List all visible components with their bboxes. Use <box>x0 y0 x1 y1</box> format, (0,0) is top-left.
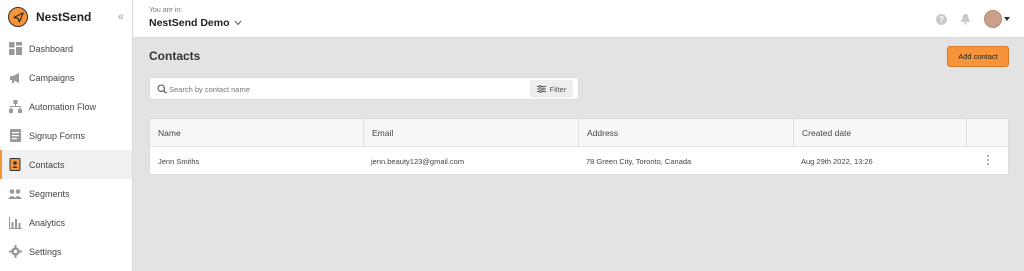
cell-created-date: Aug 29th 2022, 13:26 <box>801 156 873 166</box>
sidebar-item-label: Settings <box>29 246 62 257</box>
sidebar-item-contacts[interactable]: Contacts <box>0 150 132 179</box>
sidebar-item-label: Automation Flow <box>29 101 97 112</box>
sidebar-item-campaigns[interactable]: Campaigns <box>0 63 132 92</box>
collapse-sidebar-icon[interactable]: « <box>118 11 124 23</box>
contacts-table: Name Email Address Created date Jenn Smi… <box>149 118 1009 175</box>
top-icons: ? <box>936 10 1010 28</box>
sidebar-item-analytics[interactable]: Analytics <box>0 208 132 237</box>
sidebar-item-settings[interactable]: Settings <box>0 237 132 266</box>
table-row[interactable]: Jenn Smiths jenn.beauty123@gmail.com 78 … <box>150 147 1008 175</box>
sidebar-item-segments[interactable]: Segments <box>0 179 132 208</box>
column-header-created-date[interactable]: Created date <box>793 119 966 147</box>
page-title: Contacts <box>149 49 201 63</box>
users-icon <box>8 187 22 201</box>
sidebar-item-label: Signup Forms <box>29 130 86 141</box>
column-header-address[interactable]: Address <box>578 119 793 147</box>
gear-icon <box>8 245 22 259</box>
sidebar-item-label: Contacts <box>29 159 65 170</box>
search-input[interactable] <box>169 81 509 97</box>
cell-email: jenn.beauty123@gmail.com <box>371 156 465 166</box>
cell-address: 78 Green City, Toronto, Canada <box>586 156 692 166</box>
search-bar: Filter <box>149 77 579 100</box>
sidebar-item-label: Segments <box>29 188 70 199</box>
brand: NestSend « <box>0 0 132 34</box>
sidebar-item-dashboard[interactable]: Dashboard <box>0 34 132 63</box>
account-menu[interactable] <box>984 10 1010 28</box>
column-header-actions <box>966 119 1009 147</box>
chevron-down-icon <box>234 20 241 26</box>
contacts-icon <box>8 158 22 172</box>
more-options-icon[interactable] <box>987 155 990 165</box>
brand-name: NestSend <box>36 10 92 24</box>
form-icon <box>8 129 22 143</box>
workspace-selector[interactable]: NestSend Demo <box>149 17 242 29</box>
column-header-email[interactable]: Email <box>363 119 578 147</box>
sidebar-item-automation-flow[interactable]: Automation Flow <box>0 92 132 121</box>
filter-label: Filter <box>549 84 567 94</box>
sidebar-item-label: Campaigns <box>29 72 75 83</box>
table-header: Name Email Address Created date <box>150 119 1008 147</box>
sliders-icon <box>536 85 546 93</box>
sidebar-item-label: Dashboard <box>29 43 74 54</box>
column-header-name[interactable]: Name <box>150 119 363 147</box>
cell-name: Jenn Smiths <box>158 156 200 166</box>
bell-icon[interactable] <box>960 13 971 25</box>
caret-down-icon <box>1004 17 1010 21</box>
sidebar: NestSend « Dashboard Campaigns Automatio… <box>0 0 133 271</box>
flow-icon <box>8 100 22 114</box>
megaphone-icon <box>8 71 22 85</box>
avatar <box>984 10 1002 28</box>
help-icon[interactable]: ? <box>936 13 947 25</box>
dashboard-icon <box>8 42 22 56</box>
workspace-caption: You are in: <box>149 7 183 14</box>
search-icon <box>157 84 167 94</box>
paper-plane-logo-icon[interactable] <box>8 7 28 27</box>
bar-chart-icon <box>8 216 22 230</box>
sidebar-item-signup-forms[interactable]: Signup Forms <box>0 121 132 150</box>
filter-button[interactable]: Filter <box>530 80 573 98</box>
add-contact-button[interactable]: Add contact <box>947 46 1009 67</box>
top-bar: You are in: NestSend Demo ? <box>133 0 1024 38</box>
sidebar-item-label: Analytics <box>29 217 66 228</box>
workspace-name: NestSend Demo <box>149 17 230 29</box>
